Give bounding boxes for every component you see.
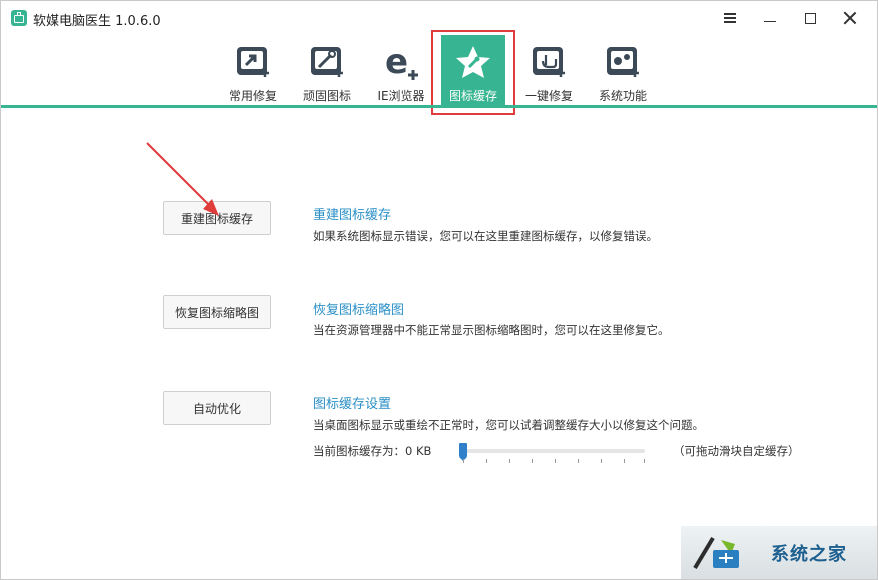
site-watermark: 系统之家 <box>681 526 877 579</box>
slider-tick <box>624 459 625 463</box>
slider-tick <box>601 459 602 463</box>
cache-slider-track[interactable] <box>461 449 645 453</box>
watermark-logo-icon <box>693 536 739 570</box>
app-window: 软媒电脑医生 1.0.6.0 常用修复 顽固图标 e IE浏览器 图标缓存 一键… <box>0 0 878 580</box>
slider-tick <box>486 459 487 463</box>
slider-tick <box>578 459 579 463</box>
slider-tick <box>509 459 510 463</box>
slider-hint: （可拖动滑块自定缓存） <box>673 444 800 458</box>
slider-tick <box>463 459 464 463</box>
slider-tick <box>555 459 556 463</box>
restore-thumbnails-description: 当在资源管理器中不能正常显示图标缩略图时，您可以在这里修复它。 <box>313 323 670 337</box>
auto-optimize-button[interactable]: 自动优化 <box>163 391 271 425</box>
current-cache-label: 当前图标缓存为：0 KB <box>313 444 432 458</box>
cache-slider-thumb[interactable] <box>459 443 467 461</box>
restore-thumbnails-title[interactable]: 恢复图标缩略图 <box>313 299 404 318</box>
slider-tick <box>644 459 645 463</box>
icon-cache-settings-title: 图标缓存设置 <box>313 397 392 412</box>
icon-cache-settings-description: 当桌面图标显示或重绘不正常时，您可以试着调整缓存大小以修复这个问题。 <box>313 418 704 432</box>
cache-size-slider-row: 当前图标缓存为：0 KB （可拖动滑块自定缓存） <box>313 441 833 463</box>
slider-tick <box>532 459 533 463</box>
watermark-text: 系统之家 <box>771 544 847 565</box>
annotation-arrow <box>146 142 219 216</box>
